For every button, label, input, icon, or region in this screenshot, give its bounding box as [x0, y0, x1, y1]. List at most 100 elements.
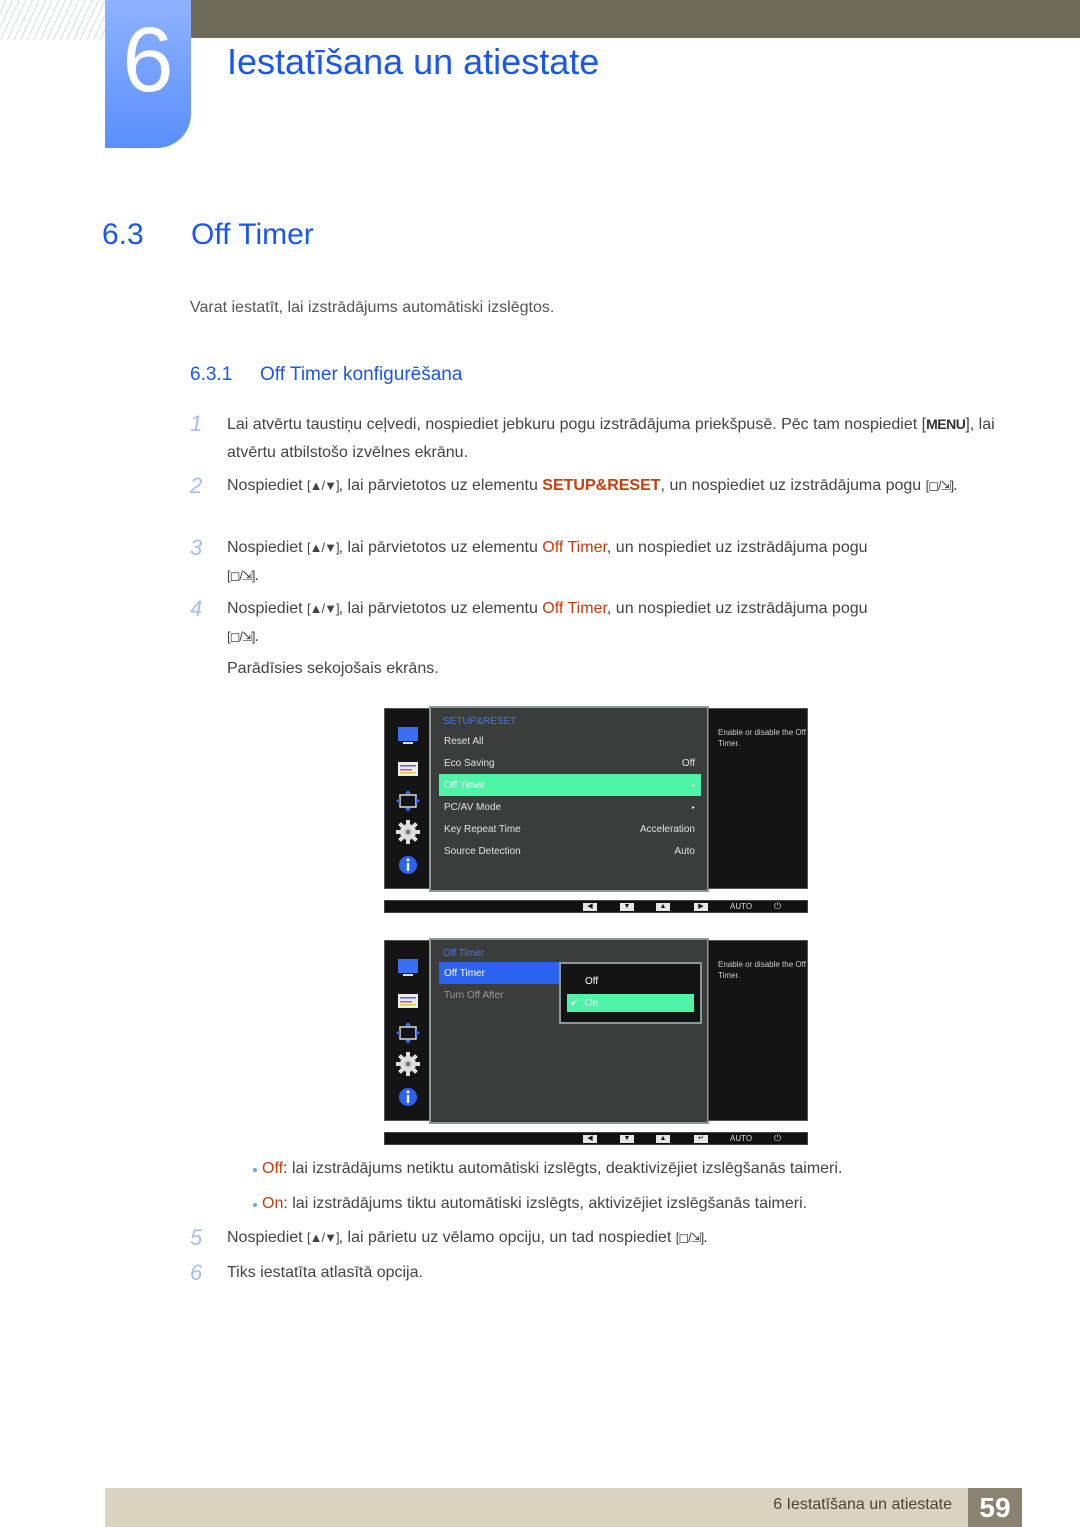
auto-key-label[interactable]: AUTO [730, 1134, 752, 1143]
menu-item-highlight: Off Timer [542, 600, 607, 617]
osd-off-timer-screen: Off Timer Off Timer Turn Off After Off ✔… [384, 938, 808, 1124]
information-icon [399, 856, 417, 874]
osd-sidebar [384, 940, 430, 1121]
osd-help-text: Enable or disable the Off Timer. [708, 940, 808, 1121]
right-key-icon[interactable]: ▶ [694, 903, 708, 911]
step-number: 3 [190, 535, 203, 560]
source-enter-button-glyph: [◻/⇲] [227, 629, 256, 644]
osd-item-label: Off Timer [444, 967, 485, 979]
menu-item-highlight: Off Timer [542, 539, 607, 556]
step-text: , lai pārvietotos uz elementu [338, 539, 543, 556]
menu-button-glyph: MENU [926, 416, 966, 432]
osd-menu-item-pc-av-mode[interactable]: PC/AV Mode ▸ [439, 796, 701, 818]
step-text: Nospiediet [227, 477, 308, 494]
auto-key-label[interactable]: AUTO [730, 902, 752, 911]
step-3: 3 Nospiediet [▲/▼], lai pārvietotos uz e… [190, 534, 1000, 590]
header-hatch-decoration [0, 0, 105, 40]
osd-menu-panel: SETUP&RESET Reset All Eco Saving Off Off … [429, 706, 709, 892]
screen-appears-note: Parādīsies sekojošais ekrāns. [227, 660, 439, 677]
up-down-button-glyph: [▲/▼] [307, 478, 340, 493]
osd-item-value: Auto [674, 845, 695, 857]
step-number: 2 [190, 473, 203, 498]
position-icon [396, 1022, 420, 1044]
picture-icon [398, 959, 418, 976]
bullet-term: On [262, 1195, 284, 1212]
setup-gear-icon [396, 1052, 420, 1076]
subsection-number: 6.3.1 [190, 364, 233, 385]
osd-item-label: Eco Saving [444, 757, 495, 769]
step-text: , un nospiediet uz izstrādājuma pogu [660, 477, 926, 494]
option-on[interactable]: ✔ On [567, 994, 694, 1012]
osd-menu-item-key-repeat-time[interactable]: Key Repeat Time Acceleration [439, 818, 701, 840]
left-key-icon[interactable]: ◀ [583, 903, 597, 911]
step-2: 2 Nospiediet [▲/▼], lai pārvietotos uz e… [190, 473, 958, 498]
step-1: 1 Lai atvērtu taustiņu ceļvedi, nospiedi… [190, 411, 995, 461]
step-number: 6 [190, 1260, 203, 1285]
down-key-icon[interactable]: ▼ [620, 903, 634, 911]
bullet-term: Off [262, 1160, 284, 1177]
step-number: 4 [190, 596, 203, 621]
source-enter-button-glyph: [◻/⇲] [227, 568, 256, 583]
up-down-button-glyph: [▲/▼] [307, 1230, 340, 1245]
step-5: 5 Nospiediet [▲/▼], lai pārietu uz vēlam… [190, 1225, 708, 1250]
step-text: Nospiediet [227, 600, 308, 617]
section-number: 6.3 [102, 218, 144, 251]
option-label: Off [585, 975, 599, 987]
section-title: Off Timer [191, 218, 314, 251]
step-text: , lai pārietu uz vēlamo opciju, un tad n… [338, 1229, 676, 1246]
option-off[interactable]: Off [567, 972, 694, 990]
step-text: Lai atvērtu taustiņu ceļvedi, nospiediet… [227, 416, 922, 433]
osd-menu-item-off-timer[interactable]: Off Timer [439, 962, 561, 984]
step-text: , un nospiediet uz izstrādājuma pogu [606, 539, 868, 556]
osd-menu-item-reset-all[interactable]: Reset All [439, 730, 701, 752]
step-4: 4 Nospiediet [▲/▼], lai pārvietotos uz e… [190, 595, 1000, 651]
page-number: 59 [968, 1488, 1022, 1527]
bullet-on: On: lai izstrādājums tiktu automātiski i… [253, 1195, 807, 1213]
bullet-dot [253, 1168, 257, 1172]
osd-menu-item-eco-saving[interactable]: Eco Saving Off [439, 752, 701, 774]
subsection-title: Off Timer konfigurēšana [260, 364, 463, 385]
menu-item-highlight: SETUP&RESET [542, 477, 661, 494]
information-icon [399, 1088, 417, 1106]
osd-item-label: Off Timer [444, 779, 485, 791]
step-number: 1 [190, 411, 203, 436]
bullet-text: : lai izstrādājums tiktu automātiski izs… [283, 1195, 808, 1212]
osd-menu-item-off-timer[interactable]: Off Timer ▸ [439, 774, 701, 796]
up-down-button-glyph: [▲/▼] [307, 540, 340, 555]
enter-key-icon[interactable]: ↵ [694, 1135, 708, 1143]
step-text: , lai pārvietotos uz elementu [338, 477, 543, 494]
step-text: Nospiediet [227, 1229, 308, 1246]
submenu-arrow-icon: ▸ [691, 782, 695, 789]
osd-item-label: Source Detection [444, 845, 521, 857]
footer-chapter-title: 6 Iestatīšana un atiestate [773, 1496, 952, 1513]
subsection-heading: 6.3.1 Off Timer konfigurēšana [190, 364, 462, 386]
osd-menu-title: Off Timer [443, 948, 484, 959]
osd-item-label: Turn Off After [444, 989, 504, 1001]
power-icon[interactable]: ⏻ [774, 1133, 781, 1144]
osd-menu-panel: Off Timer Off Timer Turn Off After Off ✔… [429, 938, 709, 1124]
source-enter-button-glyph: [◻/⇲] [675, 1230, 705, 1245]
option-label: On [585, 997, 599, 1009]
osd-key-guide: ◀ ▼ ▲ ▶ AUTO ⏻ [384, 900, 808, 913]
osd-item-value: Off [681, 757, 695, 769]
left-key-icon[interactable]: ◀ [583, 1135, 597, 1143]
down-key-icon[interactable]: ▼ [620, 1135, 634, 1143]
osd-item-label: Reset All [444, 735, 484, 747]
osd-key-guide: ◀ ▼ ▲ ↵ AUTO ⏻ [384, 1132, 808, 1145]
osd-help-text: Enable or disable the Off Timer. [708, 708, 808, 889]
up-key-icon[interactable]: ▲ [656, 903, 670, 911]
osd-menu-item-source-detection[interactable]: Source Detection Auto [439, 840, 701, 862]
section-heading: 6.3 Off Timer [102, 218, 314, 252]
checkmark-icon: ✔ [570, 997, 579, 1009]
step-text: , un nospiediet uz izstrādājuma pogu [606, 600, 868, 617]
osd-setup-reset-screen: SETUP&RESET Reset All Eco Saving Off Off … [384, 706, 808, 892]
chapter-number-tab: 6 [105, 0, 191, 148]
step-number: 5 [190, 1225, 203, 1250]
power-icon[interactable]: ⏻ [774, 901, 781, 912]
osd-sidebar [384, 708, 430, 889]
osd-item-value: Acceleration [639, 823, 695, 835]
off-timer-options-popup: Off ✔ On [559, 962, 702, 1024]
up-key-icon[interactable]: ▲ [656, 1135, 670, 1143]
submenu-arrow-icon: ▸ [691, 804, 695, 811]
bullet-text: : lai izstrādājums netiktu automātiski i… [283, 1160, 843, 1177]
